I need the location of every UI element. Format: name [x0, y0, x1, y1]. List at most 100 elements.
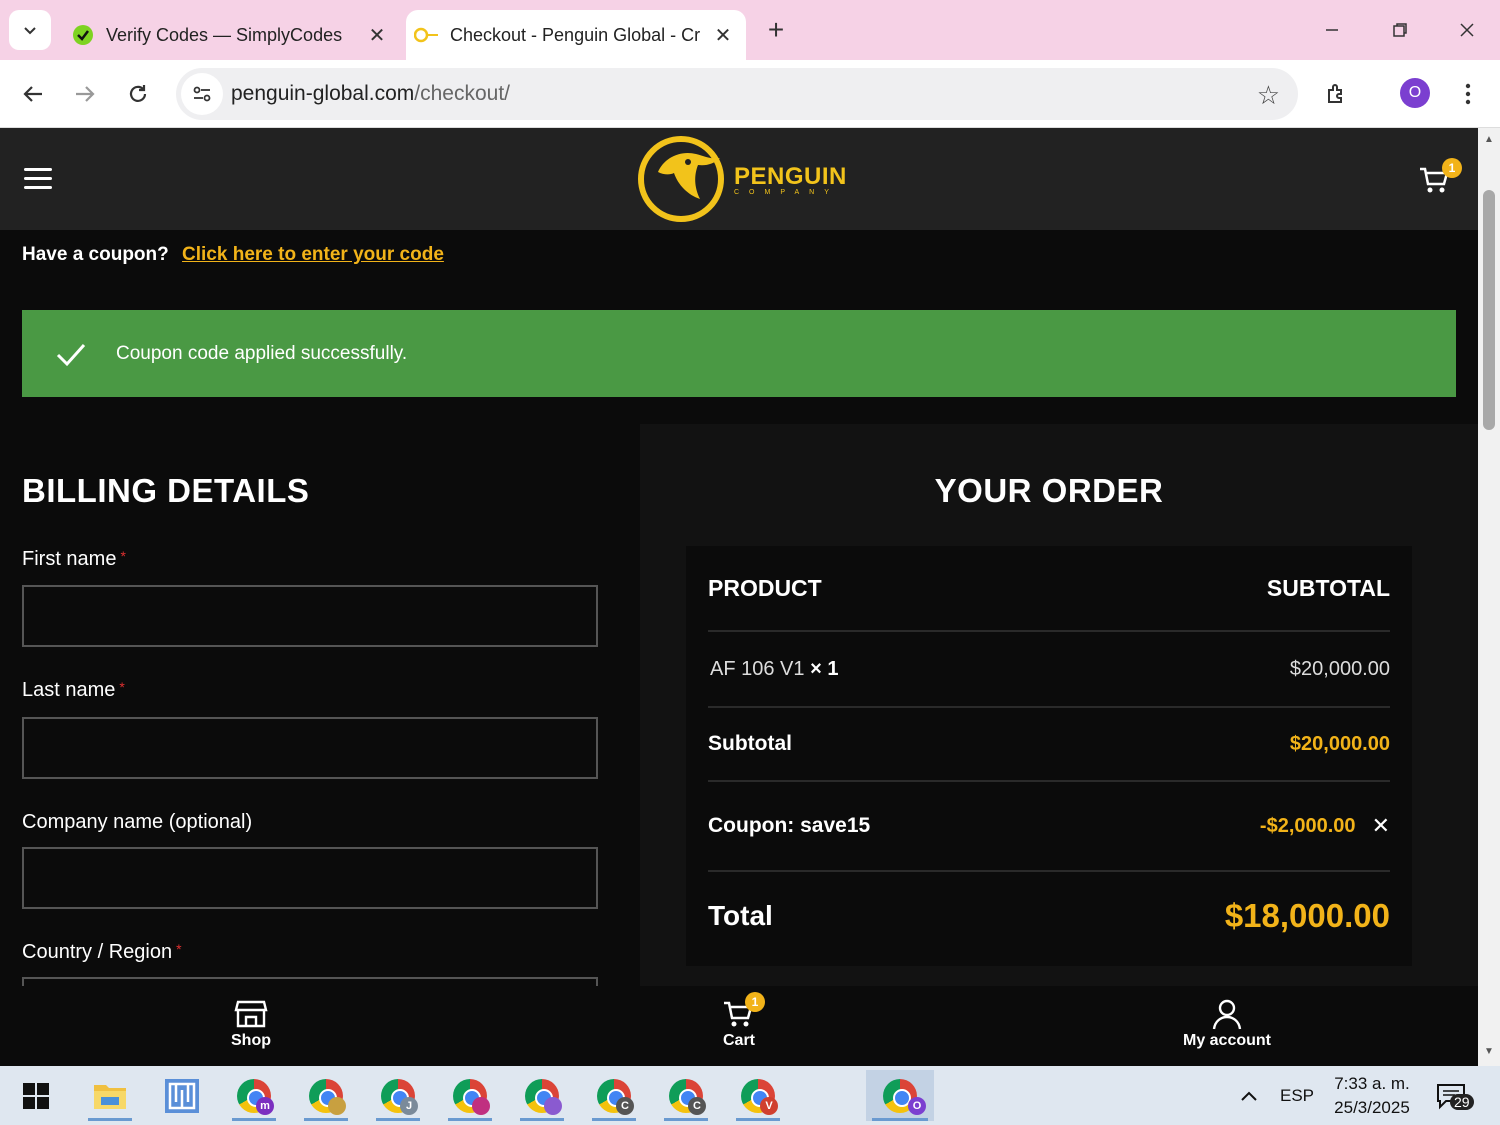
window-close-button[interactable] — [1437, 10, 1497, 50]
reload-icon — [129, 85, 147, 102]
url-host: penguin-global.com — [231, 82, 415, 105]
nav-cart[interactable]: 1 Cart — [679, 992, 799, 1050]
menu-button[interactable] — [1448, 74, 1488, 114]
taskbar-chrome-profile-button[interactable] — [298, 1070, 354, 1121]
subtotal-value: $20,000.00 — [1289, 732, 1390, 755]
folder-icon — [94, 1084, 126, 1109]
profile-avatar[interactable]: O — [1400, 78, 1430, 108]
taskbar-chrome-profile-button[interactable] — [514, 1070, 570, 1121]
language-indicator[interactable]: ESP — [1280, 1066, 1314, 1125]
taskbar-chrome-profile-button[interactable]: C — [586, 1070, 642, 1121]
new-tab-button[interactable]: + — [760, 14, 792, 46]
file-explorer-button[interactable] — [82, 1070, 138, 1121]
first-name-label: First name * — [22, 548, 126, 571]
hamburger-menu-icon[interactable] — [24, 168, 52, 190]
taskbar-chrome-profile-button[interactable] — [442, 1070, 498, 1121]
total-row: Total $18,000.00 — [708, 872, 1390, 960]
page-content: PENGUIN COMPANY 1 Have a coupon? Click h… — [0, 128, 1478, 1066]
more-vertical-icon — [1465, 83, 1471, 105]
tray-overflow-button[interactable] — [1238, 1066, 1260, 1125]
taskbar-chrome-profile-button[interactable]: m — [226, 1070, 282, 1121]
active-indicator — [736, 1118, 780, 1121]
restore-icon — [1393, 23, 1407, 37]
col-product: PRODUCT — [708, 574, 822, 601]
extensions-button[interactable] — [1317, 74, 1357, 114]
active-indicator — [376, 1118, 420, 1121]
coupon-prompt-text: Have a coupon? — [22, 244, 169, 265]
system-clock[interactable]: 7:33 a. m. 25/3/2025 — [1330, 1072, 1414, 1120]
notifications-count: 29 — [1450, 1094, 1474, 1110]
penguin-logo[interactable]: PENGUIN COMPANY — [636, 134, 856, 224]
active-indicator — [872, 1118, 928, 1121]
notifications-button[interactable]: 29 — [1436, 1066, 1474, 1125]
puzzle-icon — [1328, 84, 1342, 103]
reload-button[interactable] — [118, 74, 158, 114]
field-label-text: Last name — [22, 679, 116, 701]
app-button[interactable] — [154, 1070, 210, 1121]
taskbar-chrome-profile-button[interactable]: C — [658, 1070, 714, 1121]
windows-logo-icon — [23, 1082, 49, 1109]
arrow-right-icon — [76, 86, 95, 102]
remove-coupon-icon[interactable]: ✕ — [1372, 813, 1390, 839]
order-table-header: PRODUCT SUBTOTAL — [708, 546, 1390, 632]
tab-checkout[interactable]: Checkout - Penguin Global - Cr ✕ — [406, 10, 746, 60]
taskbar-chrome-profile-button[interactable]: V — [730, 1070, 786, 1121]
company-name-label: Company name (optional) — [22, 811, 252, 834]
address-bar[interactable]: penguin-global.com/checkout/ ☆ — [176, 68, 1298, 120]
company-name-input[interactable] — [22, 847, 598, 909]
close-icon[interactable]: ✕ — [362, 20, 392, 50]
coupon-row: Coupon: save15 -$2,000.00 ✕ — [708, 782, 1390, 872]
last-name-input[interactable] — [22, 717, 598, 779]
header-cart-button[interactable]: 1 — [1418, 158, 1462, 200]
forward-button[interactable] — [65, 74, 105, 114]
scroll-up-icon[interactable]: ▲ — [1483, 134, 1495, 146]
billing-title: BILLING DETAILS — [22, 472, 310, 509]
order-review-panel: YOUR ORDER PRODUCT SUBTOTAL AF 106 V1 × … — [640, 424, 1478, 1066]
profile-badge: J — [400, 1097, 418, 1115]
restore-button[interactable] — [1370, 10, 1430, 50]
enter-coupon-link[interactable]: Click here to enter your code — [182, 244, 444, 265]
site-info-icon[interactable] — [181, 73, 223, 115]
nav-shop-label: Shop — [231, 1032, 271, 1049]
taskbar-chrome-profile-button[interactable]: J — [370, 1070, 426, 1121]
bottom-nav: Shop 1 Cart My account — [0, 986, 1478, 1066]
tab-search-button[interactable] — [9, 10, 51, 50]
tab-simplycodes[interactable]: Verify Codes — SimplyCodes ✕ — [62, 10, 400, 60]
checkmark-icon — [56, 343, 86, 366]
clock-date: 25/3/2025 — [1334, 1098, 1410, 1117]
subtotal-label: Subtotal — [708, 732, 792, 755]
scroll-down-icon[interactable]: ▼ — [1483, 1046, 1495, 1058]
url-path: /checkout/ — [414, 82, 511, 105]
url-text: penguin-global.com/checkout/ — [231, 82, 510, 106]
field-label-text: Company name (optional) — [22, 811, 253, 833]
item-qty: × 1 — [810, 657, 839, 680]
page-scrollbar[interactable]: ▲ ▼ — [1478, 128, 1500, 1066]
site-header: PENGUIN COMPANY 1 — [0, 128, 1478, 230]
bookmark-star-icon[interactable]: ☆ — [1257, 80, 1280, 111]
coupon-success-notice: Coupon code applied successfully. — [22, 310, 1456, 397]
scroll-thumb[interactable] — [1483, 190, 1495, 430]
taskbar-chrome-profile-button[interactable]: O — [866, 1070, 934, 1121]
first-name-input[interactable] — [22, 585, 598, 647]
logo-text: PENGUIN COMPANY — [734, 163, 847, 196]
clock-time: 7:33 a. m. — [1334, 1074, 1410, 1093]
active-indicator — [520, 1118, 564, 1121]
nav-shop[interactable]: Shop — [191, 998, 311, 1050]
chevron-up-icon — [1241, 1091, 1257, 1101]
coupon-label: Coupon: save15 — [708, 814, 871, 837]
logo-sub: COMPANY — [734, 188, 839, 196]
nav-my-account[interactable]: My account — [1167, 998, 1287, 1050]
nav-cart-label: Cart — [722, 1032, 755, 1049]
minimize-button[interactable] — [1302, 10, 1362, 50]
item-name-text: AF 106 V1 — [710, 657, 805, 680]
back-button[interactable] — [13, 74, 53, 114]
profile-badge: V — [760, 1097, 778, 1115]
minimize-icon — [1326, 29, 1338, 31]
profile-badge: O — [908, 1097, 926, 1115]
close-icon[interactable]: ✕ — [708, 20, 738, 50]
coupon-value: -$2,000.00 — [1259, 814, 1356, 837]
required-mark: * — [120, 548, 126, 564]
field-label-text: First name — [22, 548, 117, 570]
start-button[interactable] — [8, 1070, 64, 1121]
country-region-label: Country / Region * — [22, 941, 182, 964]
